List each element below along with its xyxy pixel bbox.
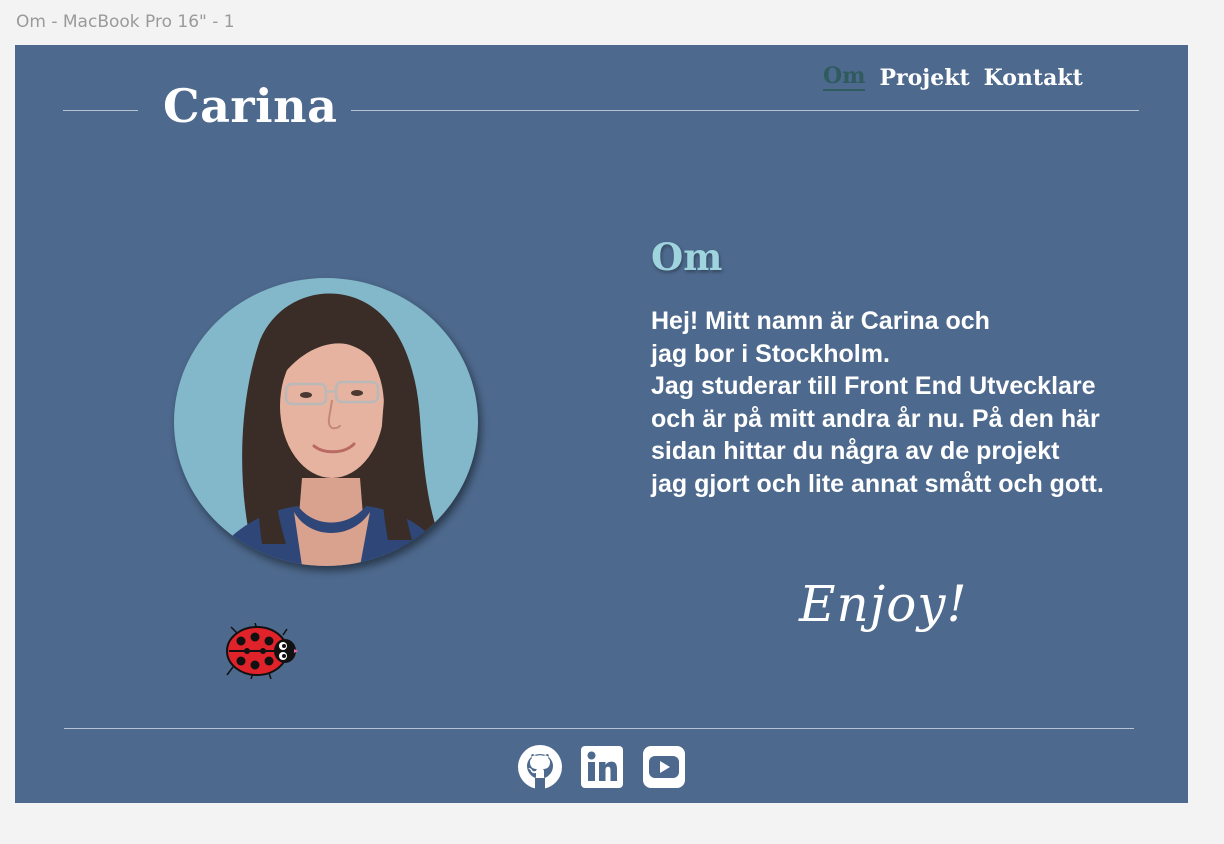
- social-links: [518, 745, 686, 789]
- main-nav: Om Projekt Kontakt: [823, 64, 1083, 91]
- enjoy-signoff: Enjoy!: [799, 575, 968, 633]
- header-line-right: [351, 110, 1139, 111]
- frame-label: Om - MacBook Pro 16" - 1: [16, 12, 235, 32]
- footer-line: [64, 728, 1134, 729]
- site-logo[interactable]: Carina: [163, 79, 337, 133]
- about-heading: Om: [651, 235, 723, 279]
- profile-photo: [174, 278, 478, 566]
- about-text: Hej! Mitt namn är Carina och jag bor i S…: [651, 307, 1104, 498]
- nav-item-kontakt[interactable]: Kontakt: [984, 65, 1083, 91]
- header-line-left: [63, 110, 138, 111]
- artboard: Carina Om Projekt Kontakt Om Hej! Mitt n…: [15, 45, 1188, 803]
- nav-item-projekt[interactable]: Projekt: [879, 65, 969, 91]
- linkedin-icon[interactable]: [580, 745, 624, 789]
- github-icon[interactable]: [518, 745, 562, 789]
- youtube-icon[interactable]: [642, 745, 686, 789]
- ladybug-icon: [226, 623, 298, 679]
- nav-item-om[interactable]: Om: [823, 64, 866, 91]
